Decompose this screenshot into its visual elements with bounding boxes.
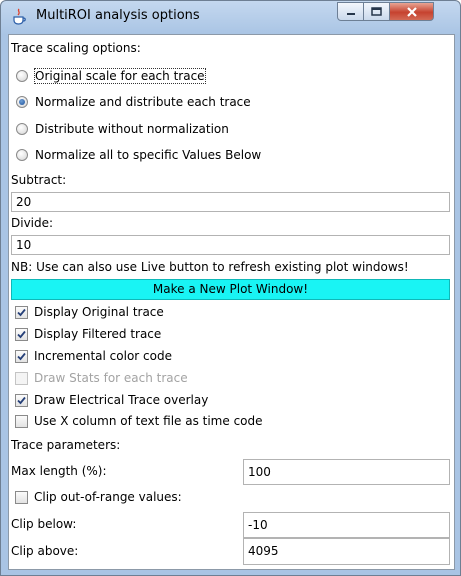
check-draw-electrical-overlay[interactable]: Draw Electrical Trace overlay [15,391,208,409]
radio-label: Normalize all to specific Values Below [35,148,262,162]
window-title: MultiROI analysis options [36,8,200,23]
dialog-window: MultiROI analysis options Trace scaling … [0,0,461,576]
checkbox-checked[interactable] [15,327,28,341]
checkbox-label: Draw Stats for each trace [34,371,188,385]
subtract-input[interactable]: 20 [11,192,450,212]
radio-button[interactable] [16,149,28,161]
checkmark-icon [17,352,26,360]
title-bar[interactable]: MultiROI analysis options [1,1,460,33]
max-length-input[interactable]: 100 [243,459,450,485]
checkbox[interactable] [15,414,28,428]
close-icon [406,6,417,17]
checkbox-disabled [15,371,28,385]
radio-normalize-specific-values[interactable]: Normalize all to specific Values Below [16,146,261,164]
checkbox-label: Display Filtered trace [34,327,162,341]
maximize-button[interactable] [363,2,390,21]
java-cup-icon [13,8,26,25]
radio-button[interactable] [16,70,28,82]
radio-label: Distribute without normalization [35,122,229,136]
trace-scaling-heading: Trace scaling options: [11,41,141,55]
checkbox-label: Display Original trace [34,305,164,319]
divide-input[interactable]: 10 [11,235,450,255]
check-use-x-column[interactable]: Use X column of text file as time code [15,412,263,430]
checkbox-label: Clip out-of-range values: [34,490,182,504]
clip-below-input[interactable]: -10 [243,512,450,538]
maximize-icon [371,7,382,16]
checkbox[interactable] [15,490,28,504]
radio-normalize-distribute[interactable]: Normalize and distribute each trace [16,93,251,111]
new-plot-window-button[interactable]: Make a New Plot Window! [11,279,450,300]
radio-button[interactable] [16,123,28,135]
minimize-icon [346,12,355,15]
checkbox-checked[interactable] [15,393,28,407]
checkbox-label: Use X column of text file as time code [34,414,263,428]
check-display-original-trace[interactable]: Display Original trace [15,303,164,321]
checkbox-checked[interactable] [15,305,28,319]
close-button[interactable] [389,2,434,21]
checkbox-label: Draw Electrical Trace overlay [34,393,209,407]
radio-original-scale[interactable]: Original scale for each trace [16,67,206,85]
check-incremental-color-code[interactable]: Incremental color code [15,347,172,365]
clip-above-label: Clip above: [11,544,79,558]
radio-button-selected[interactable] [16,96,28,108]
radio-label: Normalize and distribute each trace [35,95,251,109]
max-length-label: Max length (%): [11,464,107,478]
checkmark-icon [17,330,26,338]
live-button-note: NB: Use can also use Live button to refr… [11,260,409,274]
divide-label: Divide: [11,216,54,230]
trace-parameters-heading: Trace parameters: [11,438,121,452]
check-clip-out-of-range[interactable]: Clip out-of-range values: [15,488,182,506]
radio-label: Original scale for each trace [34,68,206,84]
minimize-button[interactable] [337,2,364,21]
checkmark-icon [17,308,26,316]
subtract-label: Subtract: [11,173,67,187]
check-display-filtered-trace[interactable]: Display Filtered trace [15,325,161,343]
checkbox-checked[interactable] [15,349,28,363]
checkbox-label: Incremental color code [34,349,172,363]
clip-above-input[interactable]: 4095 [243,538,450,565]
clip-below-label: Clip below: [11,517,77,531]
radio-distribute-no-normalization[interactable]: Distribute without normalization [16,120,229,138]
checkmark-icon [17,396,26,404]
options-panel: Trace scaling options: Original scale fo… [8,34,455,570]
check-draw-stats: Draw Stats for each trace [15,369,188,387]
